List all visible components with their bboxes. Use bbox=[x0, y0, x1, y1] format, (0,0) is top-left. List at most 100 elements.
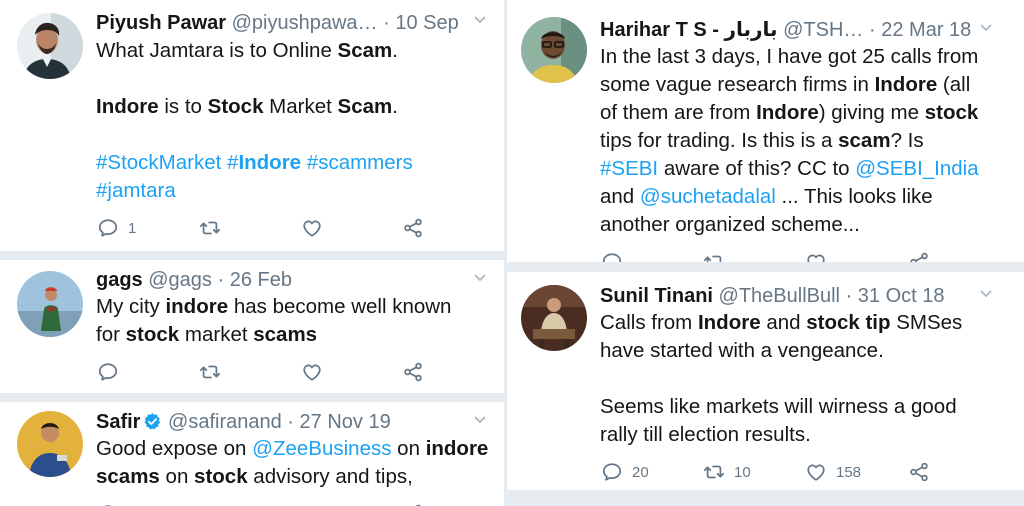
tweet-safir[interactable]: Safir @safiranand · 27 Nov 19 Good expos… bbox=[0, 402, 504, 506]
author-name[interactable]: gags bbox=[96, 269, 143, 291]
author-name[interactable]: Sunil Tinani bbox=[600, 285, 713, 307]
share-icon bbox=[908, 251, 930, 262]
tweet-text: My city indore has become well known for… bbox=[96, 295, 452, 346]
tweet-piyush-pawar[interactable]: Piyush Pawar @piyushpawa… · 10 Sep What … bbox=[0, 0, 504, 251]
mention-link[interactable]: @suchetadalal bbox=[640, 185, 776, 208]
tweet-date[interactable]: 22 Mar 18 bbox=[881, 19, 971, 41]
reply-button[interactable] bbox=[97, 360, 119, 384]
avatar[interactable] bbox=[17, 411, 83, 477]
separator-dot: · bbox=[869, 19, 876, 41]
chevron-down-icon[interactable] bbox=[978, 285, 994, 306]
author-handle[interactable]: @TSH… bbox=[783, 19, 863, 41]
retweet-button[interactable] bbox=[199, 360, 221, 384]
like-icon bbox=[805, 461, 827, 483]
tweet-header: Sunil Tinani @TheBullBull · 31 Oct 18 bbox=[600, 283, 945, 309]
author-name[interactable]: Piyush Pawar bbox=[96, 12, 226, 34]
chevron-down-icon[interactable] bbox=[978, 19, 994, 40]
tweet-gags[interactable]: gags @gags · 26 Feb My city indore has b… bbox=[0, 260, 504, 393]
separator-dot: · bbox=[845, 285, 853, 307]
hashtag-link[interactable]: #scammers bbox=[307, 151, 413, 174]
like-button[interactable] bbox=[301, 502, 323, 506]
tweet-text: What Jamtara is to Online Scam. Indore i… bbox=[96, 39, 413, 202]
tweet-date[interactable]: 31 Oct 18 bbox=[858, 285, 945, 307]
tweet-date[interactable]: 27 Nov 19 bbox=[300, 411, 391, 433]
reply-button[interactable]: 20 bbox=[601, 460, 649, 484]
author-name[interactable]: Safir bbox=[96, 411, 140, 433]
retweet-button[interactable] bbox=[703, 250, 725, 262]
like-button[interactable]: 158 bbox=[805, 460, 861, 484]
tweet-header: gags @gags · 26 Feb bbox=[96, 267, 292, 293]
like-icon bbox=[805, 251, 827, 262]
avatar[interactable] bbox=[17, 271, 83, 337]
tweet-actions: 20 10 158 bbox=[601, 460, 931, 484]
hashtag-link[interactable]: #jamtara bbox=[96, 179, 176, 202]
like-button[interactable] bbox=[805, 250, 827, 262]
author-handle[interactable]: @TheBullBull bbox=[719, 285, 840, 307]
chevron-down-icon[interactable] bbox=[472, 269, 488, 290]
retweet-icon bbox=[703, 461, 725, 483]
retweet-count: 10 bbox=[734, 463, 751, 481]
reply-count: 1 bbox=[128, 219, 137, 237]
separator-dot: · bbox=[287, 411, 294, 433]
tweet-sunil-tinani[interactable]: Sunil Tinani @TheBullBull · 31 Oct 18 Ca… bbox=[507, 272, 1024, 490]
hashtag-link[interactable]: #Indore bbox=[227, 151, 301, 174]
tweet-divider bbox=[507, 262, 1024, 272]
tweet-header: Piyush Pawar @piyushpawa… · 10 Sep bbox=[96, 10, 459, 36]
share-button[interactable] bbox=[402, 216, 424, 240]
tweet-actions bbox=[601, 250, 931, 262]
reply-icon bbox=[601, 251, 623, 262]
like-count: 158 bbox=[836, 463, 862, 481]
tweet-divider bbox=[0, 251, 504, 260]
hashtag-link[interactable]: #StockMarket bbox=[96, 151, 221, 174]
tweet-harihar-ts[interactable]: Harihar T S - باربار @TSH… · 22 Mar 18 I… bbox=[507, 0, 1024, 262]
tweet-date[interactable]: 10 Sep bbox=[395, 12, 458, 34]
reply-button[interactable] bbox=[601, 250, 623, 262]
reply-icon bbox=[97, 217, 119, 239]
retweet-button[interactable] bbox=[199, 216, 221, 240]
reply-count: 20 bbox=[632, 463, 649, 481]
mention-link[interactable]: @ZeeBusiness bbox=[252, 437, 391, 460]
avatar[interactable] bbox=[17, 13, 83, 79]
retweet-icon bbox=[199, 361, 221, 383]
separator-dot: · bbox=[217, 269, 225, 291]
share-button[interactable] bbox=[908, 250, 930, 262]
author-handle[interactable]: @safiranand bbox=[168, 411, 282, 433]
chevron-down-icon[interactable] bbox=[472, 11, 488, 32]
share-button[interactable] bbox=[402, 360, 424, 384]
reply-button[interactable]: 1 bbox=[97, 216, 136, 240]
chevron-down-icon[interactable] bbox=[472, 411, 488, 432]
tweet-text: Good expose on @ZeeBusiness on indore sc… bbox=[96, 437, 489, 488]
separator-dot: · bbox=[383, 12, 390, 34]
tweet-date[interactable]: 26 Feb bbox=[230, 269, 292, 291]
retweet-button[interactable] bbox=[199, 502, 221, 506]
avatar[interactable] bbox=[521, 285, 587, 351]
retweet-button[interactable]: 10 bbox=[703, 460, 751, 484]
author-handle[interactable]: @piyushpawa… bbox=[232, 12, 378, 34]
share-icon bbox=[402, 217, 424, 239]
tweet-divider bbox=[0, 393, 504, 402]
tweet-header: Harihar T S - باربار @TSH… · 22 Mar 18 bbox=[600, 17, 971, 43]
tweet-actions: 1 bbox=[97, 216, 427, 240]
author-name[interactable]: Harihar T S - باربار bbox=[600, 19, 778, 41]
share-button[interactable] bbox=[402, 502, 424, 506]
retweet-icon bbox=[199, 217, 221, 239]
author-handle[interactable]: @gags bbox=[148, 269, 212, 291]
share-icon bbox=[402, 361, 424, 383]
tweet-text: In the last 3 days, I have got 25 calls … bbox=[600, 45, 979, 236]
verified-icon bbox=[145, 413, 161, 430]
like-icon bbox=[301, 361, 323, 383]
tweet-text: Calls from Indore and stock tip SMSes ha… bbox=[600, 311, 963, 446]
tweet-header: Safir @safiranand · 27 Nov 19 bbox=[96, 409, 391, 435]
reply-button[interactable] bbox=[97, 502, 119, 506]
avatar[interactable] bbox=[521, 17, 587, 83]
like-icon bbox=[301, 217, 323, 239]
tweet-actions bbox=[97, 360, 427, 384]
left-timeline-column: Piyush Pawar @piyushpawa… · 10 Sep What … bbox=[0, 0, 504, 506]
share-button[interactable] bbox=[908, 460, 930, 484]
like-button[interactable] bbox=[301, 360, 323, 384]
mention-link[interactable]: @SEBI_India bbox=[855, 157, 978, 180]
tweet-actions bbox=[97, 502, 427, 506]
hashtag-link[interactable]: #SEBI bbox=[600, 157, 658, 180]
tweet-divider bbox=[507, 490, 1024, 506]
like-button[interactable] bbox=[301, 216, 323, 240]
